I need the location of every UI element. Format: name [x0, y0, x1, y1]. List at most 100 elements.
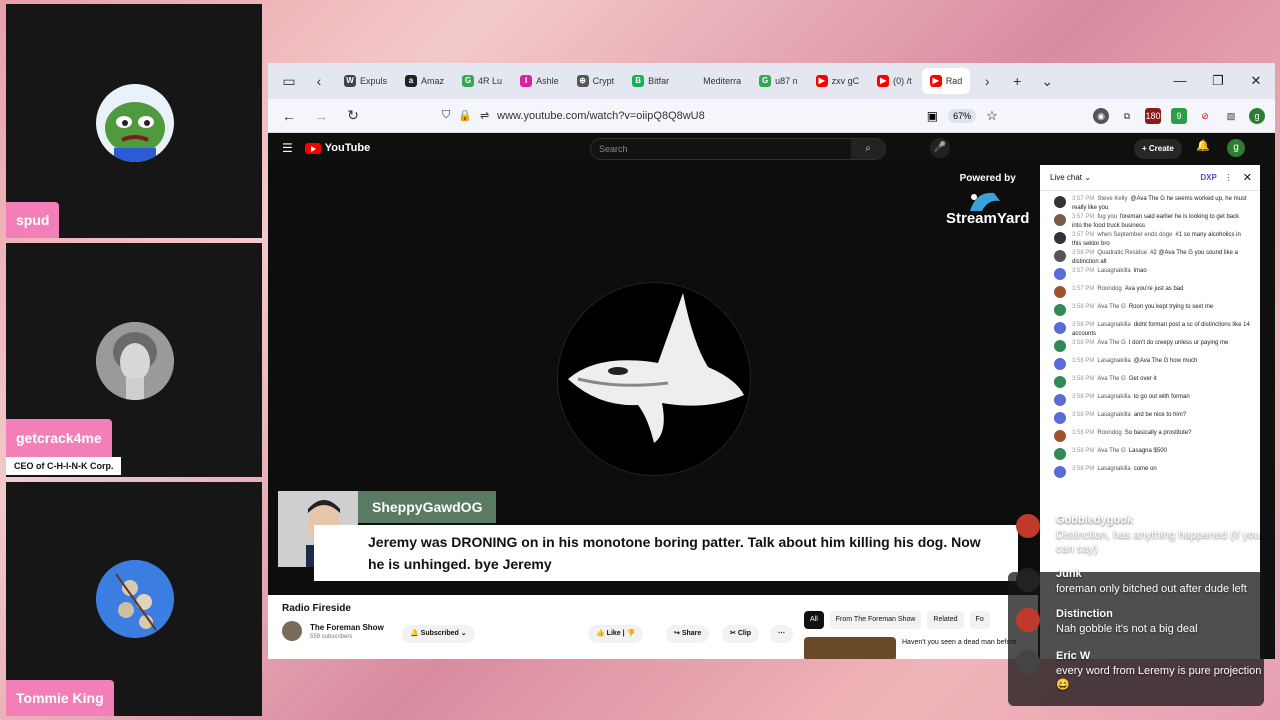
recommended-thumbnail[interactable]	[804, 637, 896, 659]
chat-message[interactable]: 3:58 PM Ava The GI don't do creepy unless…	[1040, 339, 1260, 357]
bell-icon[interactable]: 🔔	[1196, 139, 1210, 152]
chat-message[interactable]: 3:58 PM Lasagnakilla and be nice to him?	[1040, 411, 1260, 429]
chat-author[interactable]: Roondog	[1097, 430, 1121, 436]
new-tab-icon[interactable]: +	[1004, 68, 1030, 94]
search-input[interactable]: Search ⌕	[590, 138, 886, 160]
tab-6[interactable]: Mediterra	[679, 68, 749, 94]
tab-1[interactable]: a Amaz	[397, 68, 452, 94]
channel-avatar[interactable]	[282, 621, 302, 641]
chevron-down-icon[interactable]: ⌄	[1034, 68, 1060, 94]
chat-message[interactable]: 3:57 PM when September ends doge #1 so man…	[1040, 231, 1260, 249]
video-player[interactable]: Powered by StreamYard SheppyGawdOG Jerem…	[268, 163, 1038, 595]
lock-icon[interactable]: 🔒	[458, 109, 472, 122]
back-icon[interactable]: ←	[276, 103, 302, 129]
chat-message[interactable]: 3:58 PM Lasagnakilla didnt forman post a s…	[1040, 321, 1260, 339]
puzzle-icon[interactable]: ⧉	[1119, 108, 1135, 124]
chat-message[interactable]: 3:57 PM Steve Kelly @Ava The G he seems wo…	[1040, 195, 1260, 213]
tab-scroll-right-icon[interactable]: ›	[974, 68, 1000, 94]
like-button[interactable]: 👍 Like | 👎	[588, 625, 644, 643]
search-icon[interactable]: ⌕	[851, 139, 885, 159]
close-chat-icon[interactable]: ✕	[1243, 171, 1252, 184]
chip-from-channel[interactable]: From The Foreman Show	[829, 611, 922, 629]
page-icon[interactable]: ▣	[927, 109, 938, 123]
chat-message[interactable]: 3:57 PM fug you foreman said earlier he is…	[1040, 213, 1260, 231]
tab-9[interactable]: ▶ (0) /t	[869, 68, 920, 94]
extension-badge-icon[interactable]: 9	[1171, 107, 1187, 124]
youtube-logo-text: YouTube	[324, 142, 371, 154]
chat-author[interactable]: Lasagnakilla	[1097, 394, 1130, 400]
clip-button[interactable]: ✂ Clip	[722, 625, 760, 643]
chat-author[interactable]: Ava The G	[1097, 376, 1125, 382]
chat-badge[interactable]: DXP	[1200, 173, 1216, 182]
maximize-icon[interactable]: ❐	[1199, 73, 1237, 89]
tab-8[interactable]: ▶ zxv gC	[808, 68, 868, 94]
tab-0[interactable]: W Expuls	[336, 68, 395, 94]
share-button[interactable]: ↪ Share	[666, 625, 710, 643]
chip-all[interactable]: All	[804, 611, 824, 629]
tab-5[interactable]: B Bitfar	[624, 68, 677, 94]
star-icon[interactable]: ☆	[986, 108, 998, 124]
refresh-icon[interactable]: ↻	[340, 103, 366, 129]
chat-author[interactable]: Steve Kelly	[1097, 196, 1127, 202]
chat-author[interactable]: Lasagnakilla	[1097, 466, 1130, 472]
tab-4[interactable]: ⊕ Crypt	[569, 68, 623, 94]
tab-overview-icon[interactable]: ▭	[276, 68, 302, 94]
subscribed-button[interactable]: 🔔 Subscribed ⌄	[402, 625, 475, 643]
chat-author[interactable]: Ava The G	[1097, 304, 1125, 310]
account-icon[interactable]: ◉	[1093, 107, 1109, 124]
chat-message[interactable]: 3:58 PM Ava The G Get over it	[1040, 375, 1260, 393]
mic-icon[interactable]: 🎤	[930, 138, 950, 158]
shield-icon[interactable]: ⛉	[442, 109, 450, 122]
avatar[interactable]: g	[1227, 139, 1245, 157]
chat-author[interactable]: Lasagnakilla	[1097, 268, 1130, 274]
chat-message[interactable]: 3:58 PM Ava The G Lasagna $500	[1040, 447, 1260, 465]
chat-avatar	[1054, 268, 1066, 280]
minimize-icon[interactable]: —	[1161, 73, 1199, 89]
ublock-icon[interactable]: 180	[1145, 107, 1161, 124]
chat-message[interactable]: 3:58 PM Lasagnakilla to go out with forman	[1040, 393, 1260, 411]
chat-body: 3:57 PM Steve Kelly @Ava The G he seems wo…	[1072, 195, 1250, 213]
chat-author[interactable]: when September ends doge	[1097, 232, 1172, 238]
image-icon[interactable]: ▧	[1223, 108, 1239, 124]
create-button[interactable]: + Create	[1134, 139, 1182, 159]
tab-7[interactable]: Gu87 n	[751, 68, 806, 94]
chip-related[interactable]: Related	[927, 611, 964, 629]
forward-icon[interactable]: →	[308, 103, 334, 129]
chat-message[interactable]: 3:58 PM Ava The G Roon you kept trying to …	[1040, 303, 1260, 321]
chat-author[interactable]: Ava The G	[1097, 448, 1125, 454]
address-bar[interactable]: ⛉ 🔒 ⇌ www.youtube.com/watch?v=oiipQ8Q8wU…	[442, 103, 705, 129]
url-text[interactable]: www.youtube.com/watch?v=oiipQ8Q8wU8	[497, 110, 705, 122]
chat-message[interactable]: 3:57 PM Lasagnakilla lmao	[1040, 267, 1260, 285]
chat-author[interactable]: Lasagnakilla	[1097, 322, 1130, 328]
profile-icon[interactable]: g	[1249, 107, 1265, 124]
tab-3[interactable]: I Ashle	[512, 68, 567, 94]
menu-icon[interactable]: ☰	[282, 141, 293, 155]
page-settings-icon[interactable]: ⇌	[480, 109, 489, 122]
blocker-icon[interactable]: ⊘	[1197, 108, 1213, 124]
chat-message[interactable]: 3:58 PM Lasagnakilla @Ava The G how much	[1040, 357, 1260, 375]
chat-avatar	[1054, 430, 1066, 442]
chat-author[interactable]: Ava The G	[1097, 340, 1125, 346]
zoom-badge[interactable]: 67%	[948, 108, 977, 123]
chat-message[interactable]: 3:57 PM Roondog Ava you're just as bad	[1040, 285, 1260, 303]
channel-name[interactable]: The Foreman Show	[310, 623, 384, 632]
search-placeholder[interactable]: Search	[591, 144, 851, 154]
more-icon[interactable]: ⋯	[770, 625, 793, 643]
tab-2[interactable]: G 4R Lu	[454, 68, 510, 94]
tab-10[interactable]: ▶ Rad	[921, 68, 971, 94]
tab-scroll-left-icon[interactable]: ‹	[306, 68, 332, 94]
close-icon[interactable]: ✕	[1237, 73, 1275, 89]
chat-message[interactable]: 3:58 PM Lasagnakilla come on	[1040, 465, 1260, 483]
chip-more[interactable]: Fo	[969, 611, 990, 629]
chat-message[interactable]: 3:58 PM Roondog So basically a prostitute?	[1040, 429, 1260, 447]
chat-author[interactable]: Quadratic Residue	[1097, 250, 1147, 256]
recommended-title[interactable]: Haven't you seen a dead man before	[902, 639, 1017, 646]
youtube-logo[interactable]: YouTube	[304, 142, 371, 154]
more-vert-icon[interactable]: ⋮	[1225, 173, 1233, 182]
chat-author[interactable]: Lasagnakilla	[1097, 412, 1130, 418]
chat-author[interactable]: Roondog	[1097, 286, 1121, 292]
chat-author[interactable]: Lasagnakilla	[1097, 358, 1130, 364]
chat-message[interactable]: 3:58 PM Quadratic Residue #2 @Ava The G yo…	[1040, 249, 1260, 267]
chat-author[interactable]: fug you	[1097, 214, 1117, 220]
live-chat-title[interactable]: Live chat	[1050, 173, 1082, 182]
